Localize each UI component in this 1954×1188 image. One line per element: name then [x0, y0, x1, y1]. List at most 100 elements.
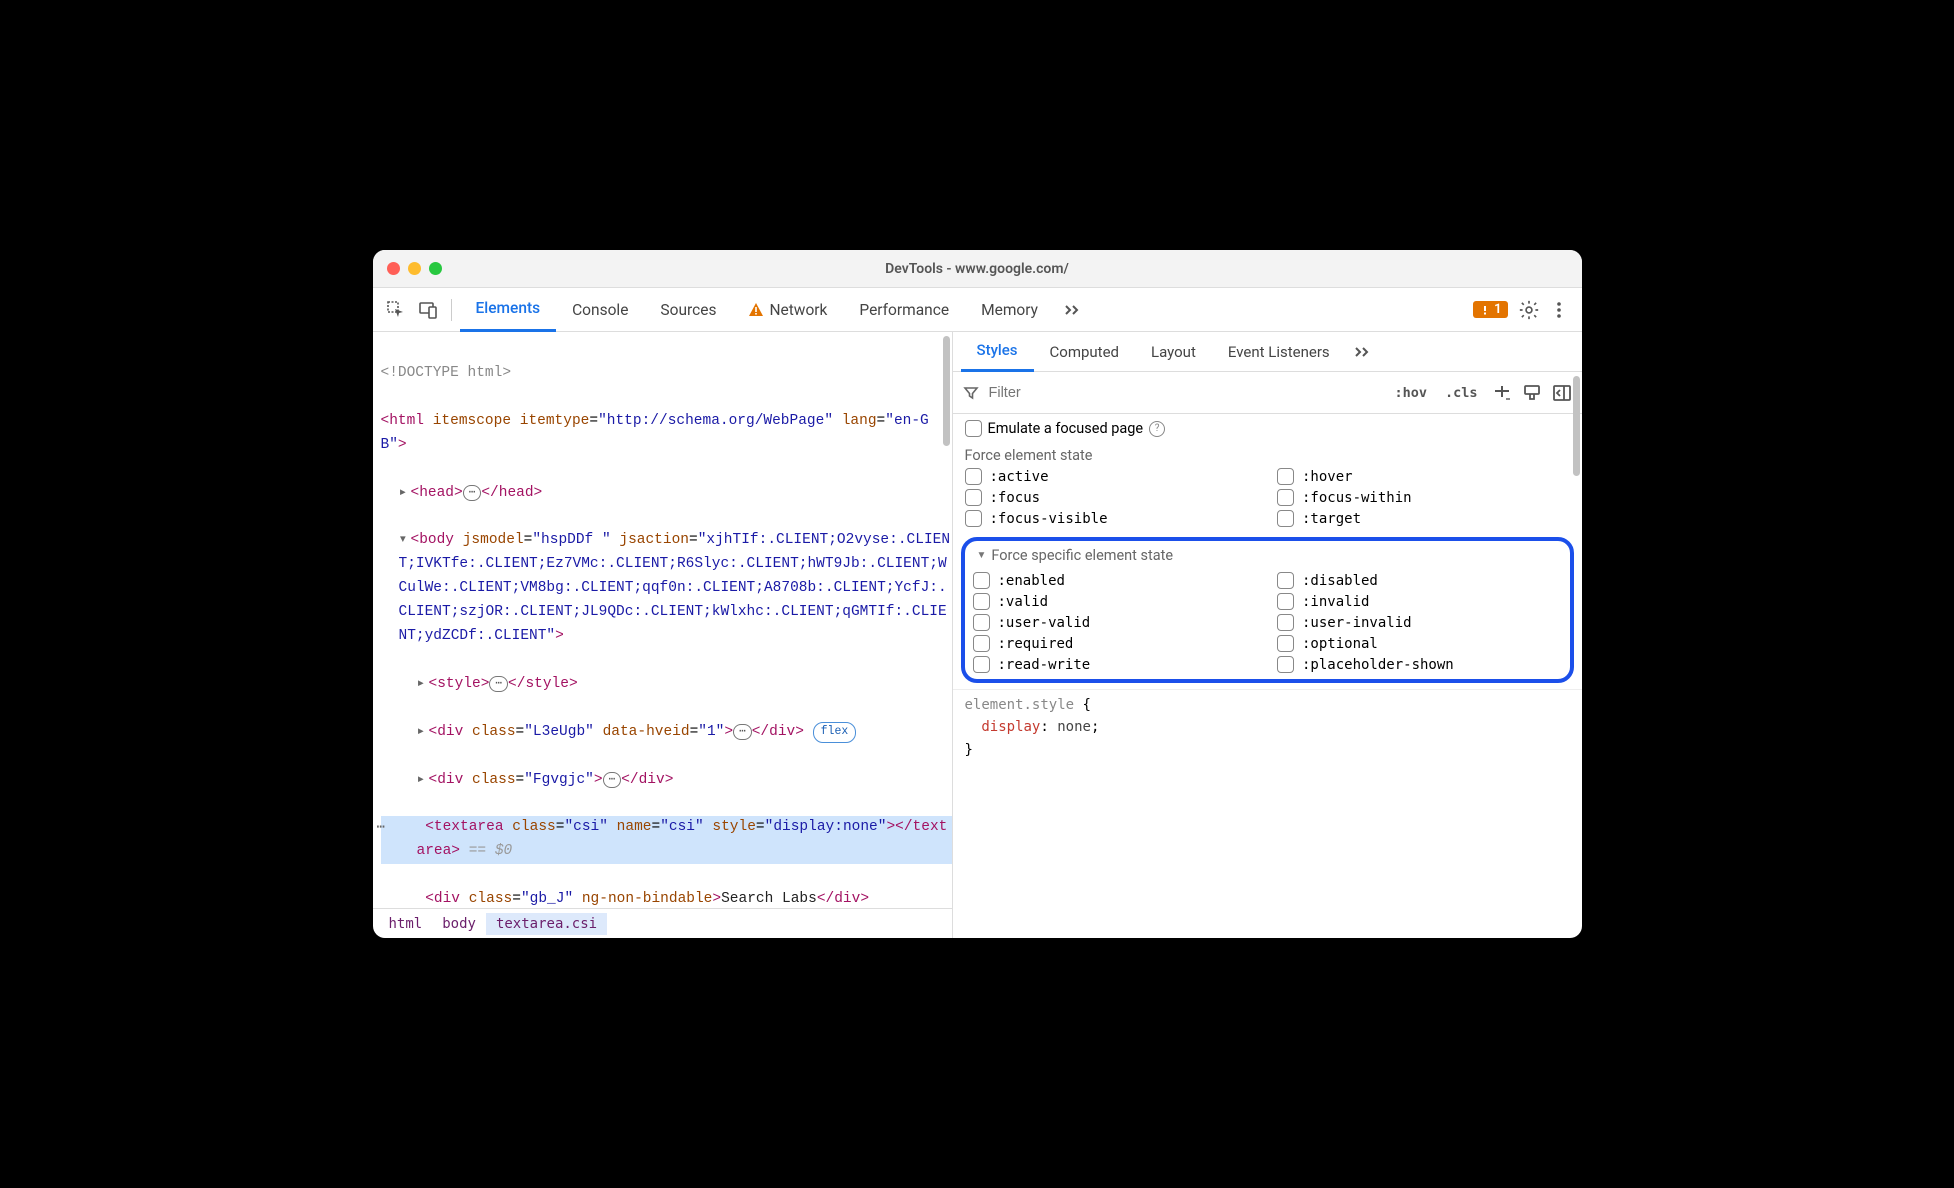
emulate-focused-row: Emulate a focused page ?	[953, 414, 1582, 443]
tab-event-listeners[interactable]: Event Listeners	[1212, 332, 1346, 372]
brush-icon	[1522, 383, 1542, 403]
force-state-grid: :active :hover :focus :focus-within :foc…	[953, 468, 1582, 535]
close-window-button[interactable]	[387, 262, 400, 275]
state-valid-label: :valid	[998, 594, 1049, 610]
state-placeholder-shown-checkbox[interactable]	[1277, 656, 1294, 673]
tabs-overflow[interactable]	[1054, 288, 1090, 332]
state-invalid-label: :invalid	[1302, 594, 1369, 610]
emulate-focused-label: Emulate a focused page	[988, 420, 1144, 437]
state-focus-within-checkbox[interactable]	[1277, 489, 1294, 506]
toggle-sidebar-button[interactable]	[1552, 383, 1572, 403]
state-required-checkbox[interactable]	[973, 635, 990, 652]
state-enabled-label: :enabled	[998, 573, 1065, 589]
panels: <!DOCTYPE html> <html itemscope itemtype…	[373, 332, 1582, 938]
tab-computed[interactable]: Computed	[1034, 332, 1136, 372]
css-prop: display	[981, 719, 1040, 735]
breadcrumb-body[interactable]: body	[432, 913, 486, 935]
state-hover-checkbox[interactable]	[1277, 468, 1294, 485]
filter-box	[963, 384, 1381, 402]
tab-network[interactable]: Network	[732, 288, 843, 332]
titlebar: DevTools - www.google.com/	[373, 250, 1582, 288]
minimize-window-button[interactable]	[408, 262, 421, 275]
tab-layout[interactable]: Layout	[1135, 332, 1212, 372]
tab-sources[interactable]: Sources	[644, 288, 732, 332]
styles-body: Emulate a focused page ? Force element s…	[953, 414, 1582, 938]
flex-badge[interactable]: flex	[813, 722, 857, 743]
selected-dom-node[interactable]: <textarea class="csi" name="csi" style="…	[381, 816, 952, 864]
styles-toolbar: :hov .cls	[953, 372, 1582, 414]
state-user-invalid-label: :user-invalid	[1302, 615, 1412, 631]
hov-toggle[interactable]: :hov	[1390, 383, 1431, 403]
settings-button[interactable]	[1518, 299, 1540, 321]
issues-icon	[1479, 304, 1491, 316]
sidebar-icon	[1552, 383, 1572, 403]
state-placeholder-shown-label: :placeholder-shown	[1302, 657, 1454, 673]
doctype: <!DOCTYPE html>	[381, 365, 512, 381]
css-selector: element.style	[965, 697, 1075, 713]
toolbar-right: 1	[1473, 299, 1573, 321]
state-disabled-checkbox[interactable]	[1277, 572, 1294, 589]
scrollbar[interactable]	[943, 336, 950, 446]
plus-icon	[1492, 383, 1512, 403]
filter-input[interactable]	[987, 384, 1381, 402]
kebab-icon	[1550, 301, 1568, 319]
gear-icon	[1518, 299, 1540, 321]
new-style-rule-button[interactable]	[1492, 383, 1512, 403]
tab-styles[interactable]: Styles	[961, 332, 1034, 372]
state-optional-label: :optional	[1302, 636, 1378, 652]
state-user-valid-checkbox[interactable]	[973, 614, 990, 631]
tab-console[interactable]: Console	[556, 288, 644, 332]
tab-memory[interactable]: Memory	[965, 288, 1054, 332]
state-focus-visible-checkbox[interactable]	[965, 510, 982, 527]
styles-tabs-overflow[interactable]	[1346, 332, 1378, 372]
specific-state-heading[interactable]: Force specific element state	[969, 543, 1566, 568]
warning-icon	[748, 302, 764, 318]
devtools-window: DevTools - www.google.com/ Elements Cons…	[373, 250, 1582, 938]
state-focus-within-label: :focus-within	[1302, 490, 1412, 506]
issues-badge[interactable]: 1	[1473, 301, 1507, 318]
state-active-checkbox[interactable]	[965, 468, 982, 485]
styles-panel: Styles Computed Layout Event Listeners :…	[953, 332, 1582, 938]
state-target-label: :target	[1302, 511, 1361, 527]
element-style-block[interactable]: element.style { display: none; }	[953, 689, 1582, 765]
state-invalid-checkbox[interactable]	[1277, 593, 1294, 610]
state-valid-checkbox[interactable]	[973, 593, 990, 610]
state-required-label: :required	[998, 636, 1074, 652]
specific-state-group: Force specific element state :enabled :d…	[969, 543, 1566, 675]
state-optional-checkbox[interactable]	[1277, 635, 1294, 652]
cls-toggle[interactable]: .cls	[1441, 383, 1482, 403]
state-read-write-checkbox[interactable]	[973, 656, 990, 673]
separator	[451, 299, 452, 321]
state-focus-visible-label: :focus-visible	[990, 511, 1108, 527]
traffic-lights	[387, 262, 442, 275]
state-hover-label: :hover	[1302, 469, 1353, 485]
force-state-heading: Force element state	[953, 443, 1582, 468]
tab-performance[interactable]: Performance	[843, 288, 965, 332]
state-active-label: :active	[990, 469, 1049, 485]
computed-sidebar-button[interactable]	[1522, 383, 1542, 403]
filter-icon	[963, 385, 979, 401]
state-read-write-label: :read-write	[998, 657, 1091, 673]
breadcrumb-html[interactable]: html	[379, 913, 433, 935]
inspect-element-icon[interactable]	[381, 295, 411, 325]
emulate-focused-checkbox[interactable]	[965, 420, 982, 437]
state-target-checkbox[interactable]	[1277, 510, 1294, 527]
styles-tabs: Styles Computed Layout Event Listeners	[953, 332, 1582, 372]
scrollbar[interactable]	[1573, 376, 1580, 476]
dom-tree[interactable]: <!DOCTYPE html> <html itemscope itemtype…	[373, 332, 952, 908]
device-toolbar-icon[interactable]	[413, 295, 443, 325]
breadcrumb-textarea[interactable]: textarea.csi	[486, 913, 607, 935]
state-user-invalid-checkbox[interactable]	[1277, 614, 1294, 631]
help-icon[interactable]: ?	[1149, 421, 1165, 437]
main-tabs: Elements Console Sources Network Perform…	[460, 288, 1472, 332]
kebab-menu-button[interactable]	[1550, 301, 1568, 319]
maximize-window-button[interactable]	[429, 262, 442, 275]
state-disabled-label: :disabled	[1302, 573, 1378, 589]
breadcrumb-bar: html body textarea.csi	[373, 908, 952, 938]
state-focus-checkbox[interactable]	[965, 489, 982, 506]
css-val: none	[1057, 719, 1091, 735]
state-enabled-checkbox[interactable]	[973, 572, 990, 589]
highlighted-section: Force specific element state :enabled :d…	[961, 537, 1574, 683]
state-user-valid-label: :user-valid	[998, 615, 1091, 631]
tab-elements[interactable]: Elements	[460, 288, 557, 332]
